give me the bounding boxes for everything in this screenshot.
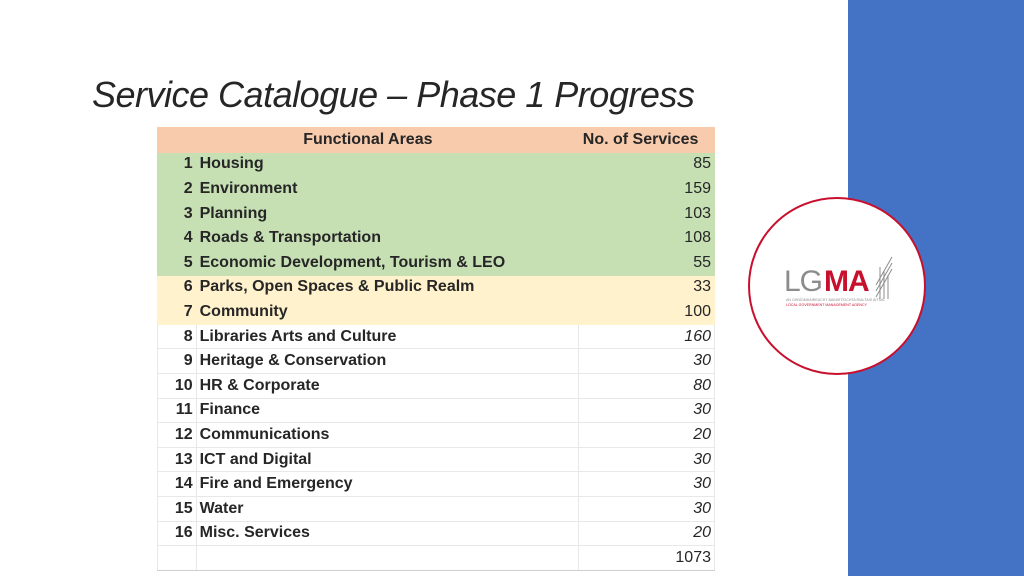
table-row: 7 Community 100 [157,299,716,325]
row-number: 7 [157,299,197,325]
service-table: Functional Areas No. of Services 1 Housin… [157,127,716,571]
service-count: 20 [577,520,716,547]
logo-tagline-1: AN GHNÍOMHAIREACHT BAINISTÍOCHTA RIALTAI… [786,298,885,302]
service-count: 160 [577,323,716,350]
row-number: 15 [157,495,197,522]
service-count: 30 [577,446,716,473]
row-number: 16 [157,520,197,547]
row-number: 14 [157,471,197,497]
table-row: 5 Economic Development, Tourism & LEO 55 [157,249,716,276]
service-count: 30 [577,471,716,497]
row-number: 8 [157,323,197,350]
functional-area-name: Environment [195,176,579,202]
table-row: 3 Planning 103 [157,200,716,227]
functional-area-name: Parks, Open Spaces & Public Realm [195,274,579,301]
logo-ma-text: MA [824,265,869,298]
table-row: 16 Misc. Services 20 [157,520,716,547]
table-row: 13 ICT and Digital 30 [157,446,716,473]
row-number: 3 [157,200,197,227]
functional-area-name: Misc. Services [195,520,579,547]
row-number: 6 [157,274,197,301]
table-header-row: Functional Areas No. of Services [157,127,716,153]
functional-area-name: Housing [195,151,579,178]
slide-title: Service Catalogue – Phase 1 Progress [92,74,695,115]
row-number: 1 [157,151,197,178]
functional-area-name: Communications [195,422,579,448]
lgma-logo: LG MA AN GHNÍOMHAIREACHT BAINISTÍOCHTA R… [748,197,926,375]
row-number: 9 [157,348,197,374]
row-number: 10 [157,372,197,399]
logo-tagline-2: LOCAL GOVERNMENT MANAGEMENT AGENCY [786,303,868,307]
table-row: 15 Water 30 [157,495,716,522]
table-row: 4 Roads & Transportation 108 [157,225,716,251]
row-number: 2 [157,176,197,202]
table-row: 10 HR & Corporate 80 [157,372,716,399]
table-row: 9 Heritage & Conservation 30 [157,348,716,374]
header-functional-areas: Functional Areas [157,127,579,153]
table-row: 14 Fire and Emergency 30 [157,471,716,497]
functional-area-name: HR & Corporate [195,372,579,399]
service-count: 85 [577,151,716,178]
table-row: 2 Environment 159 [157,176,716,202]
service-count: 20 [577,422,716,448]
functional-area-name: Water [195,495,579,522]
row-number: 5 [157,249,197,276]
service-count: 80 [577,372,716,399]
row-number: 11 [157,397,197,424]
functional-area-name: Community [195,299,579,325]
functional-area-name: Economic Development, Tourism & LEO [195,249,579,276]
table-row: 11 Finance 30 [157,397,716,424]
row-number: 12 [157,422,197,448]
service-count: 30 [577,348,716,374]
service-count: 33 [577,274,716,301]
logo-hatch-icon [875,256,893,299]
service-count: 30 [577,495,716,522]
table-row: 12 Communications 20 [157,422,716,448]
functional-area-name: Heritage & Conservation [195,348,579,374]
service-count: 108 [577,225,716,251]
service-count: 159 [577,176,716,202]
functional-area-name: Fire and Emergency [195,471,579,497]
functional-area-name: Roads & Transportation [195,225,579,251]
total-row: 1073 [157,545,716,571]
functional-area-name: ICT and Digital [195,446,579,473]
service-count: 30 [577,397,716,424]
total-count: 1073 [577,545,716,571]
functional-area-name: Finance [195,397,579,424]
functional-area-name: Libraries Arts and Culture [195,323,579,350]
service-count: 55 [577,249,716,276]
table-row: 8 Libraries Arts and Culture 160 [157,323,716,350]
row-number: 13 [157,446,197,473]
service-count: 103 [577,200,716,227]
header-no-of-services: No. of Services [577,127,716,153]
table-row: 1 Housing 85 [157,151,716,178]
service-count: 100 [577,299,716,325]
row-number: 4 [157,225,197,251]
logo-lg-text: LG [784,265,822,298]
table-row: 6 Parks, Open Spaces & Public Realm 33 [157,274,716,301]
functional-area-name: Planning [195,200,579,227]
empty-cell [157,545,197,571]
empty-cell [195,545,579,571]
